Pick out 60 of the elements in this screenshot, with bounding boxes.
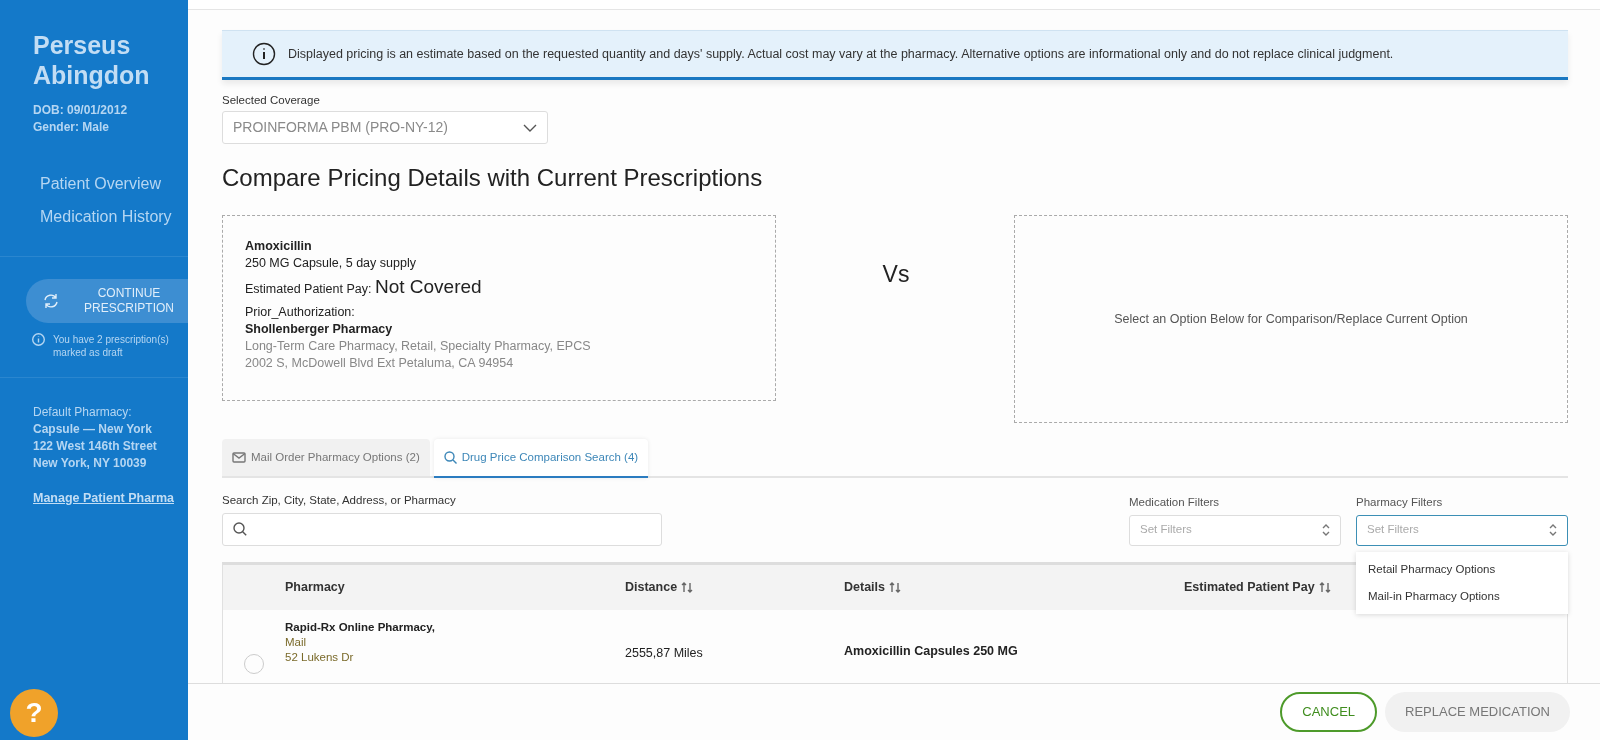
pharmacy-address: 2002 S, McDowell Blvd Ext Petaluma, CA 94954	[245, 355, 515, 373]
mail-icon	[232, 452, 246, 464]
info-icon	[32, 333, 45, 346]
pharmacy-address-line: New York, NY 10039	[33, 455, 148, 472]
nav-link[interactable]: Medication History	[40, 207, 172, 226]
draft-note: You have 2 prescription(s) marked as draft	[53, 333, 170, 359]
pharmacy-name: Rapid-Rx Online Pharmacy,	[285, 619, 436, 635]
drug-name: Amoxicillin	[245, 238, 313, 256]
search-icon	[443, 451, 457, 465]
search-field[interactable]	[222, 512, 662, 546]
search-label: Search Zip, City, State, Address, or Pharmacy	[222, 493, 457, 509]
pharmacy-address: 52 Lukens Dr	[285, 649, 355, 665]
patient-pay-label: Estimated Patient Pay:	[245, 282, 373, 297]
sort-icon	[889, 581, 901, 593]
pharmacy-name: Shollenberger Pharmacy	[245, 321, 394, 339]
coverage-label: Selected Coverage	[222, 93, 321, 108]
sort-caret-icon	[1549, 524, 1557, 537]
filter-label: Pharmacy Filters	[1356, 495, 1444, 511]
column-header: Pharmacy	[285, 578, 345, 596]
details-title: Amoxicillin Capsules 250 MG	[844, 642, 1019, 660]
manage-pharmacies-link[interactable]: Manage Patient Pharma	[33, 490, 188, 507]
patient-pay-value: Not Covered	[374, 276, 482, 298]
chevron-down-icon	[523, 123, 537, 132]
sort-icon	[1318, 581, 1331, 593]
placeholder-text: Select an Option Below for Comparison/Replace Current Option	[1114, 310, 1468, 328]
patient-name: Perseus Abingdon	[32, 30, 151, 90]
page-heading: Compare Pricing Details with Current Prescriptions	[222, 164, 764, 194]
default-pharmacy-label: Default Pharmacy:	[33, 404, 133, 421]
continue-prescription-button[interactable]: CONTINUE PRESCRIPTION	[26, 279, 188, 323]
vs-label: Vs	[881, 259, 911, 289]
distance-text: 2555,87 Miles	[625, 645, 703, 660]
help-button[interactable]: ?	[10, 689, 58, 737]
column-header[interactable]: Estimated Patient Pay	[1184, 577, 1331, 597]
filter-select[interactable]: Set Filters	[1129, 514, 1341, 546]
dropdown-option[interactable]: Retail Pharmacy Options	[1356, 555, 1568, 583]
column-header[interactable]: Details	[844, 577, 901, 597]
sort-icon	[681, 581, 694, 593]
sort-caret-icon	[1322, 524, 1330, 537]
prior-auth-label: Prior_Authorization:	[245, 304, 356, 322]
search-icon	[233, 522, 247, 537]
tab[interactable]: Drug Price Comparison Search (4)	[433, 439, 649, 479]
pharmacy-address-line: Capsule — New York	[33, 421, 153, 438]
pharmacy-address-line: 122 West 146th Street	[33, 438, 158, 455]
patient-gender: Gender: Male	[33, 119, 111, 136]
column-header[interactable]: Distance	[625, 577, 694, 597]
tab[interactable]: Mail Order Pharmacy Options (2)	[222, 439, 430, 477]
drug-form: 250 MG Capsule, 5 day supply	[245, 255, 417, 273]
patient-dob: DOB: 09/01/2012	[33, 102, 129, 119]
nav-link[interactable]: Patient Overview	[40, 174, 161, 193]
replace-medication-button[interactable]: REPLACE MEDICATION	[1385, 692, 1570, 732]
filter-label: Medication Filters	[1129, 495, 1221, 511]
refresh-icon	[42, 292, 60, 310]
notice-text: Displayed pricing is an estimate based on the requested quantity and days' supply. Actual cost may vary at the pharmacy. Alternative options are informational only and do not replace clinical judgment.	[288, 45, 1394, 63]
info-icon	[252, 42, 276, 66]
pharmacy-types: Long-Term Care Pharmacy, Retail, Specialty Pharmacy, EPCS	[245, 338, 592, 356]
dropdown-option[interactable]: Mail-in Pharmacy Options	[1356, 582, 1568, 611]
coverage-select[interactable]: PROINFORMA PBM (PRO-NY-12)	[222, 111, 548, 145]
cancel-button[interactable]: CANCEL	[1280, 692, 1378, 732]
filter-select[interactable]: Set Filters	[1356, 514, 1568, 546]
pharmacy-type: Mail	[285, 634, 308, 650]
